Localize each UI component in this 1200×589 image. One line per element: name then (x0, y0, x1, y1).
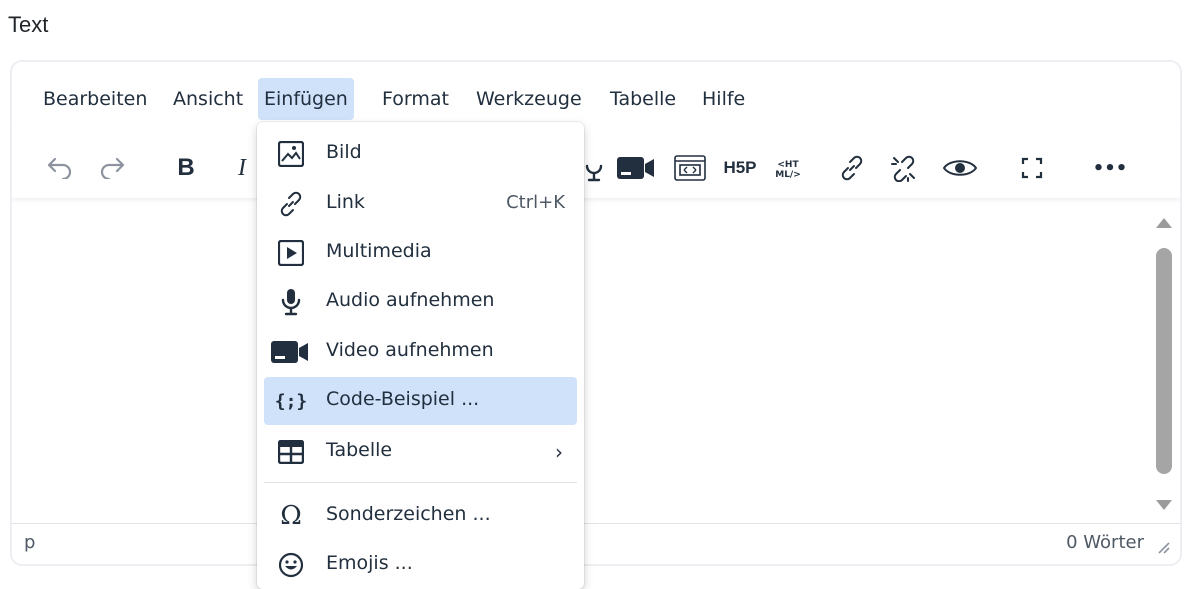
italic-icon[interactable]: I (222, 148, 262, 188)
preview-icon[interactable] (940, 148, 980, 188)
menu-item-label: Video aufnehmen (326, 339, 494, 361)
rich-text-editor: Bearbeiten Ansicht Einfügen Format Werkz… (10, 60, 1182, 566)
chevron-right-icon: › (555, 440, 563, 464)
video-camera-icon (270, 338, 310, 366)
image-icon (276, 140, 306, 168)
menu-divider (264, 482, 577, 483)
menu-item-multimedia[interactable]: Multimedia (264, 229, 577, 277)
toolbar: B I H5P <HT ML/> ••• (12, 126, 1180, 198)
menu-bearbeiten[interactable]: Bearbeiten (37, 78, 153, 120)
menu-item-label: Code-Beispiel ... (326, 388, 480, 410)
embed-icon[interactable] (670, 148, 710, 188)
emoji-icon (276, 551, 306, 579)
menu-format[interactable]: Format (376, 78, 455, 120)
menu-item-label: Bild (326, 141, 362, 163)
code-sample-icon: {;} (274, 390, 308, 412)
shortcut-label: Ctrl+K (506, 192, 565, 213)
scroll-down-icon[interactable] (1156, 500, 1172, 510)
scroll-up-icon[interactable] (1156, 218, 1172, 228)
redo-icon[interactable] (92, 148, 132, 188)
link-icon (276, 190, 306, 218)
more-icon[interactable]: ••• (1090, 148, 1130, 188)
word-count[interactable]: 0 Wörter (1066, 532, 1144, 553)
link-icon[interactable] (832, 148, 872, 188)
resize-handle-icon[interactable] (1156, 540, 1170, 554)
statusbar: p 0 Wörter (12, 523, 1180, 564)
microphone-icon (276, 288, 306, 316)
menu-item-bild[interactable]: Bild (264, 130, 577, 178)
svg-text:<HT: <HT (777, 160, 799, 170)
menu-item-label: Link (326, 191, 365, 213)
field-label: Text (8, 12, 49, 37)
svg-text:ML/>: ML/> (775, 170, 801, 180)
menu-item-link[interactable]: Link Ctrl+K (264, 180, 577, 228)
table-icon (276, 438, 306, 466)
fullscreen-icon[interactable] (1012, 148, 1052, 188)
menu-item-audio-aufnehmen[interactable]: Audio aufnehmen (264, 278, 577, 326)
menu-item-label: Emojis ... (326, 552, 413, 574)
multimedia-icon (276, 239, 306, 267)
menu-item-label: Sonderzeichen ... (326, 503, 491, 525)
element-path[interactable]: p (24, 532, 35, 553)
menu-item-emojis[interactable]: Emojis ... (264, 541, 577, 589)
insert-menu-dropdown: Bild Link Ctrl+K Multimedia Audio aufneh… (257, 122, 584, 589)
bold-icon[interactable]: B (166, 148, 206, 188)
menu-item-label: Multimedia (326, 240, 432, 262)
omega-icon: Ω (280, 501, 302, 531)
menu-item-sonderzeichen[interactable]: Ω Sonderzeichen ... (264, 492, 577, 540)
menu-hilfe[interactable]: Hilfe (696, 78, 751, 120)
editor-content-area[interactable] (12, 200, 1180, 524)
menubar: Bearbeiten Ansicht Einfügen Format Werkz… (12, 62, 1180, 126)
undo-icon[interactable] (40, 148, 80, 188)
menu-item-video-aufnehmen[interactable]: Video aufnehmen (264, 328, 577, 376)
menu-item-tabelle[interactable]: Tabelle › (264, 428, 577, 476)
scrollbar-thumb[interactable] (1156, 248, 1172, 474)
menu-item-code-beispiel[interactable]: {;} Code-Beispiel ... (264, 377, 577, 425)
menu-ansicht[interactable]: Ansicht (167, 78, 249, 120)
video-icon[interactable] (616, 148, 656, 188)
menu-werkzeuge[interactable]: Werkzeuge (470, 78, 588, 120)
menu-tabelle[interactable]: Tabelle (604, 78, 682, 120)
unlink-icon[interactable] (884, 148, 924, 188)
scrollbar[interactable] (1154, 210, 1172, 510)
h5p-icon[interactable]: H5P (720, 148, 760, 188)
menu-item-label: Tabelle (326, 439, 393, 461)
html-icon[interactable]: <HT ML/> (768, 148, 808, 188)
menu-einfuegen[interactable]: Einfügen (258, 78, 354, 120)
menu-item-label: Audio aufnehmen (326, 289, 495, 311)
